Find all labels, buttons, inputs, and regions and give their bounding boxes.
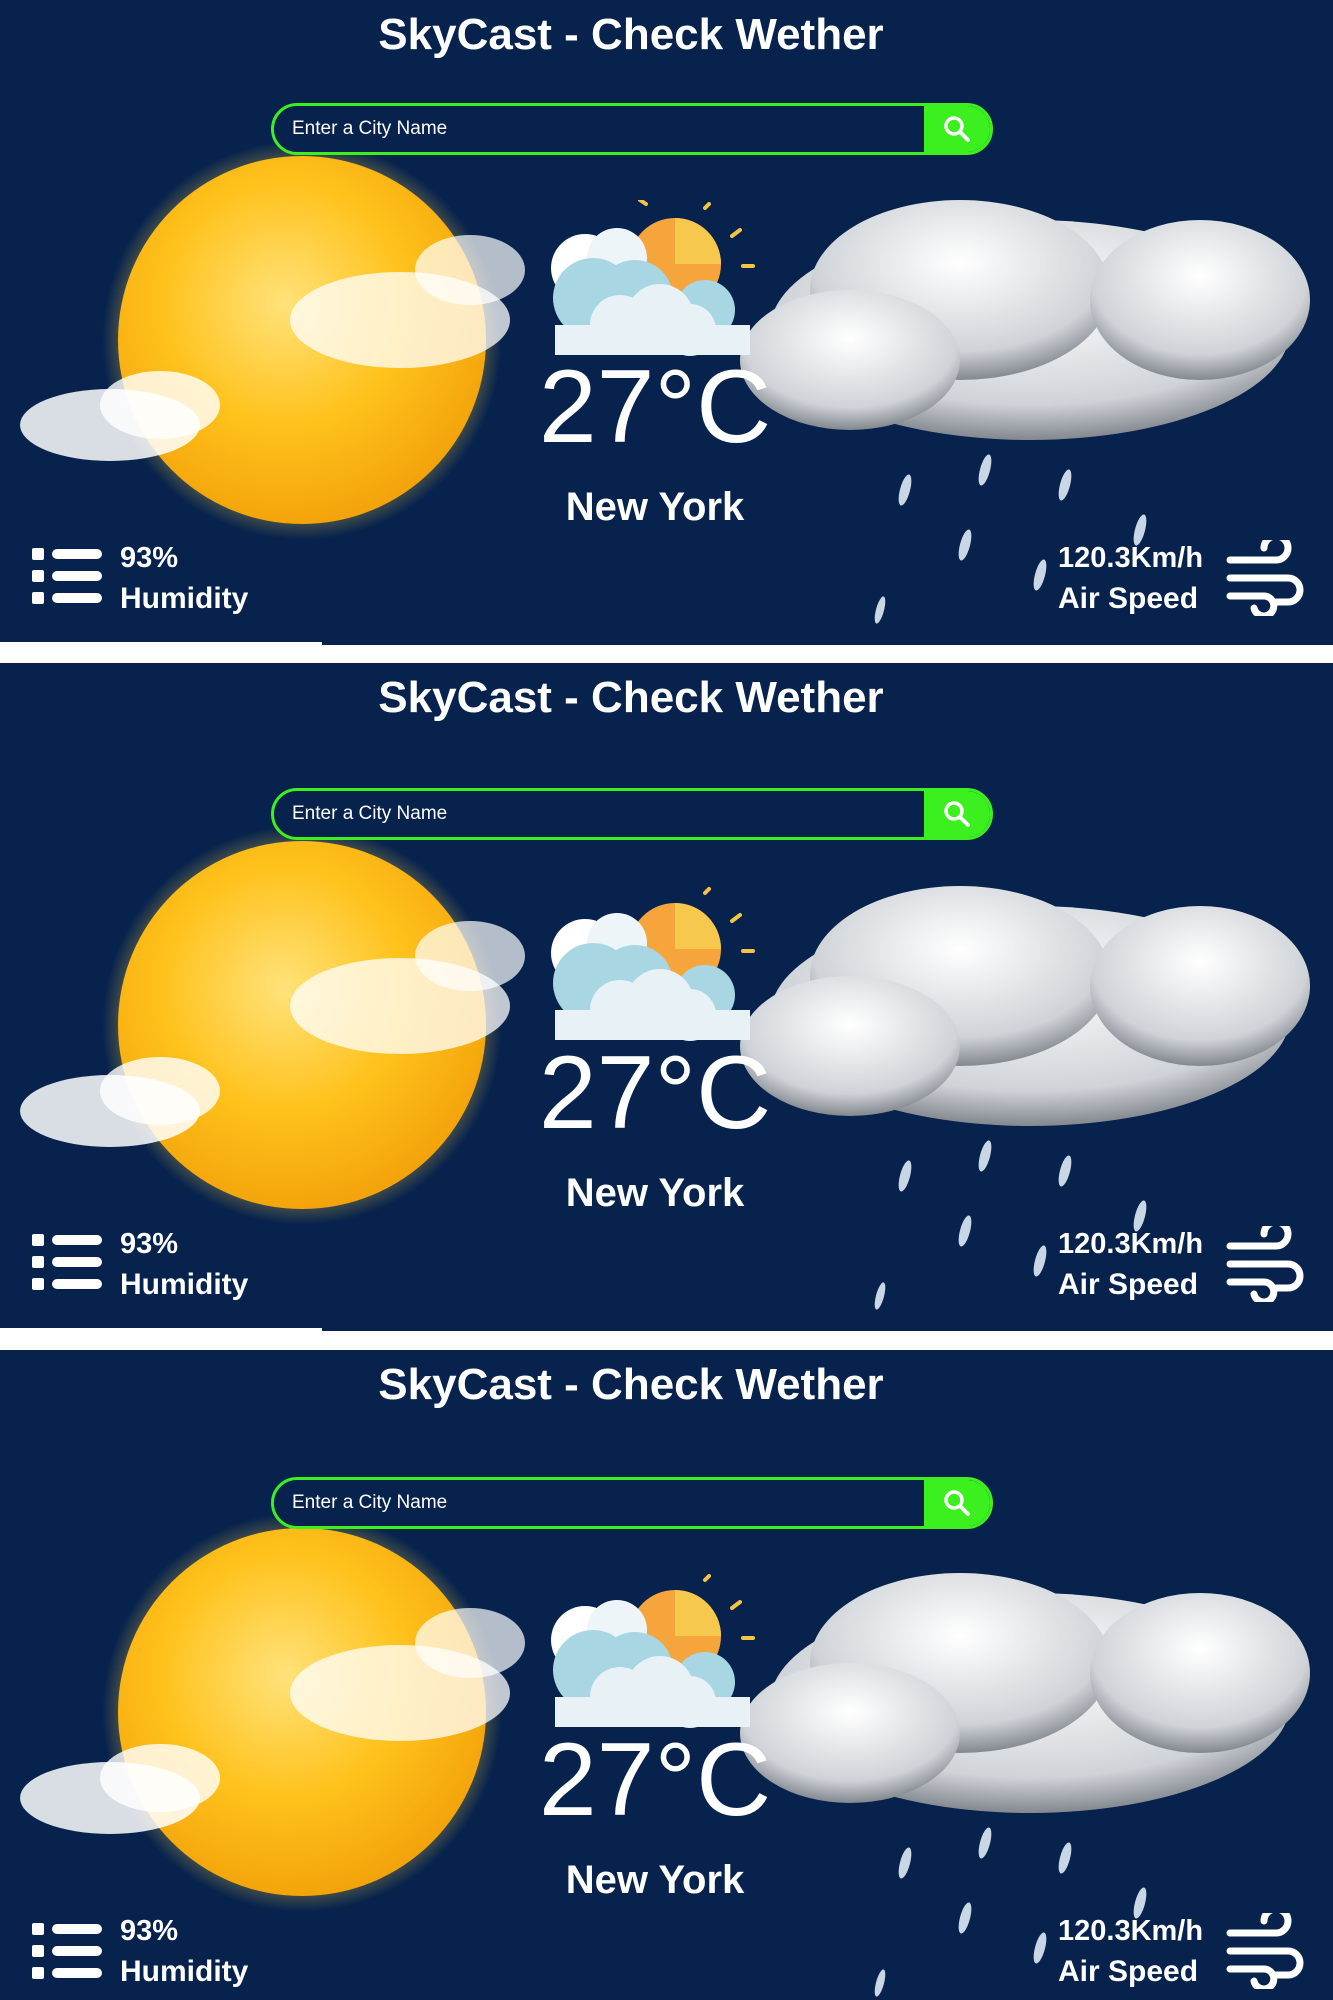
- separator: [0, 1328, 322, 1331]
- city-search-input[interactable]: [274, 1480, 924, 1526]
- city-search-input[interactable]: [274, 106, 924, 152]
- temperature-value: 27°C: [538, 1035, 772, 1151]
- search-icon: [944, 116, 970, 142]
- wind-speed-value: 120.3Km/h: [1058, 1915, 1204, 1947]
- humidity-label: Humidity: [120, 1955, 249, 1988]
- sun-illustration: [20, 825, 525, 1225]
- city-name: New York: [565, 485, 745, 529]
- rain-cloud-illustration: [740, 886, 1310, 1310]
- search-button[interactable]: [924, 791, 990, 837]
- weather-panel-2: SkyCast - Check Wether Enter a City Name…: [0, 663, 1333, 1331]
- wind-speed-label: Air Speed: [1058, 1268, 1199, 1301]
- search-icon: [944, 1490, 970, 1516]
- city-name: New York: [565, 1858, 745, 1902]
- search-bar: [271, 788, 993, 840]
- wind-speed-value: 120.3Km/h: [1058, 1228, 1204, 1260]
- partly-cloudy-icon: [551, 1574, 755, 1728]
- search-bar: [271, 1477, 993, 1529]
- wind-speed-label: Air Speed: [1058, 1955, 1199, 1988]
- city-search-input[interactable]: [274, 791, 924, 837]
- separator: [0, 642, 322, 645]
- humidity-label: Humidity: [120, 582, 249, 615]
- wind-speed-label: Air Speed: [1058, 582, 1199, 615]
- search-button[interactable]: [924, 1480, 990, 1526]
- list-icon: [32, 1923, 102, 1979]
- city-name: New York: [565, 1171, 745, 1215]
- partly-cloudy-icon: [551, 200, 755, 356]
- wind-speed-value: 120.3Km/h: [1058, 542, 1204, 574]
- temperature-value: 27°C: [538, 349, 772, 465]
- humidity-value: 93%: [120, 1228, 179, 1260]
- humidity-value: 93%: [120, 542, 179, 574]
- weather-panel-1: SkyCast - Check Wether Enter a City Name…: [0, 0, 1333, 645]
- weather-panel-3: SkyCast - Check Wether Enter a City Name…: [0, 1350, 1333, 2000]
- temperature-value: 27°C: [538, 1722, 772, 1838]
- sun-illustration: [20, 140, 525, 540]
- wind-icon: [1226, 540, 1304, 616]
- search-bar: [271, 103, 993, 155]
- sun-illustration: [20, 1512, 525, 1912]
- search-icon: [944, 801, 970, 827]
- search-button[interactable]: [924, 106, 990, 152]
- humidity-value: 93%: [120, 1915, 179, 1947]
- humidity-label: Humidity: [120, 1268, 249, 1301]
- rain-cloud-illustration: [740, 200, 1310, 624]
- wind-icon: [1226, 1226, 1304, 1302]
- list-icon: [32, 1234, 102, 1290]
- rain-cloud-illustration: [740, 1573, 1310, 1997]
- wind-icon: [1226, 1913, 1304, 1989]
- list-icon: [32, 548, 102, 604]
- partly-cloudy-icon: [551, 887, 755, 1041]
